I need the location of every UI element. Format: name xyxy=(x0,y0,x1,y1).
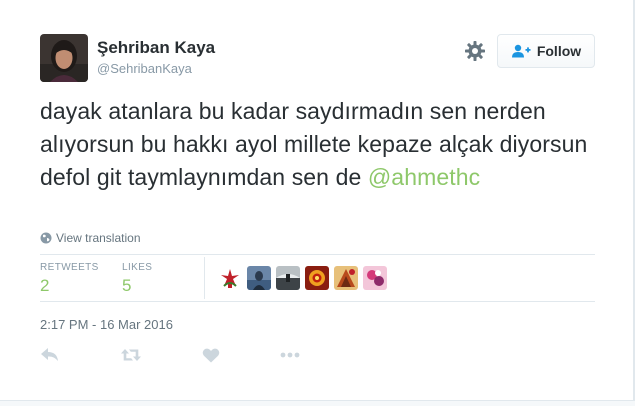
follow-button[interactable]: Follow xyxy=(497,34,595,68)
liker-avatar-6[interactable] xyxy=(363,266,387,290)
liker-avatar-4[interactable] xyxy=(305,266,329,290)
like-heart-icon[interactable] xyxy=(202,344,220,366)
follow-button-label: Follow xyxy=(536,43,582,59)
stats-divider xyxy=(204,257,205,299)
liker-avatar-1[interactable] xyxy=(218,266,242,290)
likes-label: LIKES xyxy=(122,262,153,273)
view-translation-link[interactable]: View translation xyxy=(40,231,141,245)
liker-avatar-5[interactable] xyxy=(334,266,358,290)
retweets-count: 2 xyxy=(40,276,50,295)
tweet-body: dayak atanlara bu kadar saydırmadın sen … xyxy=(40,98,588,190)
gear-icon[interactable] xyxy=(464,40,486,62)
avatar[interactable] xyxy=(40,34,88,82)
reply-icon[interactable] xyxy=(40,344,60,366)
tweet-timestamp[interactable]: 2:17 PM - 16 Mar 2016 xyxy=(40,317,173,332)
liker-avatar-3[interactable] xyxy=(276,266,300,290)
add-user-icon xyxy=(511,44,531,58)
retweet-icon[interactable] xyxy=(120,344,142,366)
retweets-stat[interactable]: RETWEETS 2 xyxy=(40,262,99,296)
liker-avatar-2[interactable] xyxy=(247,266,271,290)
tweet-text: dayak atanlara bu kadar saydırmadın sen … xyxy=(40,95,600,194)
user-handle[interactable]: @SehribanKaya xyxy=(97,61,192,76)
liker-avatars xyxy=(218,266,387,290)
view-translation-label: View translation xyxy=(56,231,141,245)
mention-link[interactable]: @ahmethc xyxy=(368,164,480,190)
likes-count: 5 xyxy=(122,276,132,295)
retweets-label: RETWEETS xyxy=(40,262,99,273)
window-bottom-edge xyxy=(0,400,635,406)
tweet-stats: RETWEETS 2 LIKES 5 xyxy=(40,254,595,302)
tweet-actions xyxy=(40,344,340,366)
globe-icon xyxy=(40,232,52,244)
more-icon[interactable] xyxy=(279,344,301,366)
user-fullname[interactable]: Şehriban Kaya xyxy=(97,38,215,58)
likes-stat[interactable]: LIKES 5 xyxy=(122,262,152,296)
